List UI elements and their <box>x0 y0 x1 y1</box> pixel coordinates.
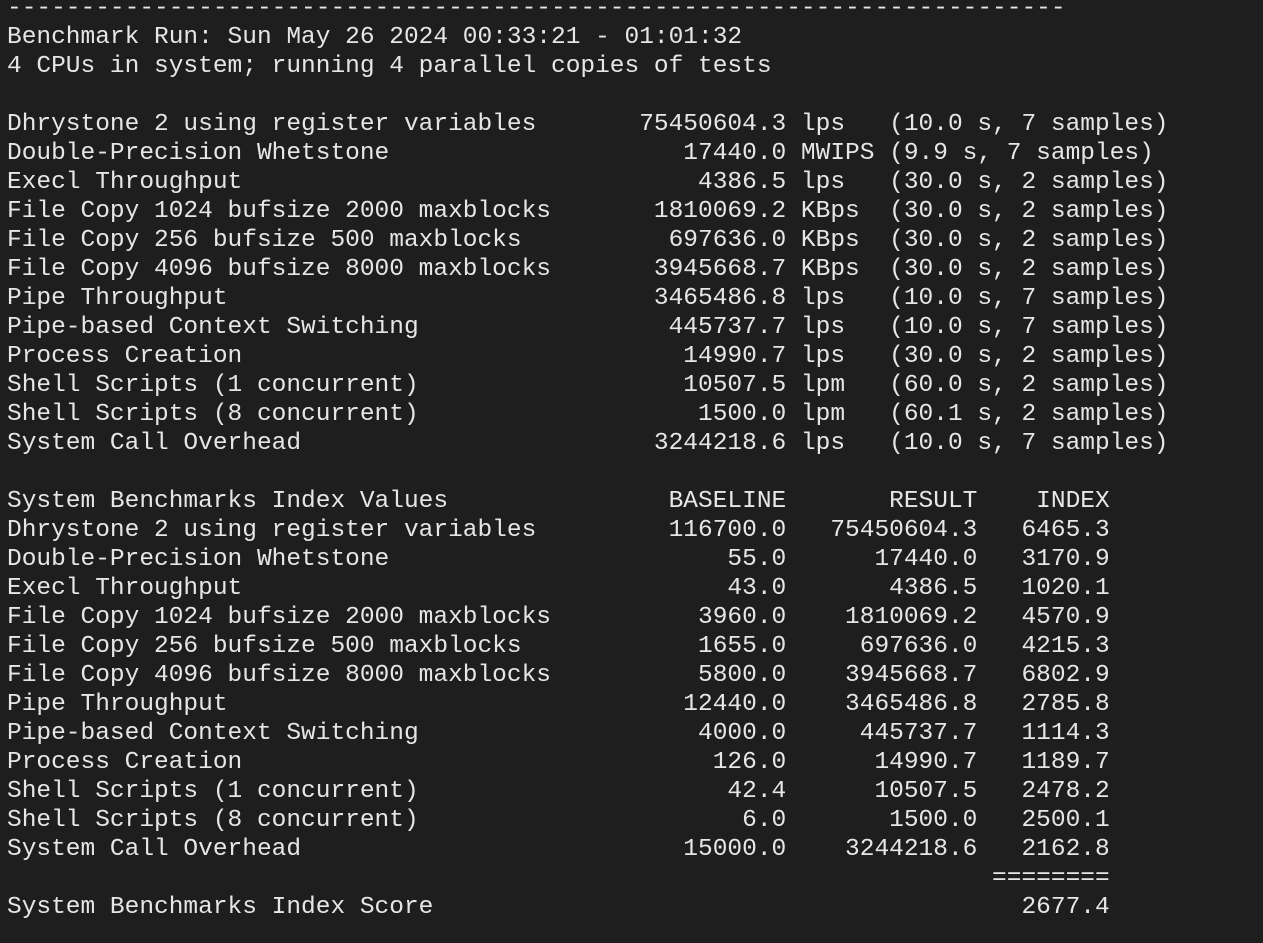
result-row-shell-8: Shell Scripts (8 concurrent) 1500.0 lpm … <box>7 401 1169 428</box>
result-row-process-creation: Process Creation 14990.7 lps (30.0 s, 2 … <box>7 343 1169 370</box>
index-row-filecopy-4096: File Copy 4096 bufsize 8000 maxblocks 58… <box>7 662 1110 689</box>
index-score-line: System Benchmarks Index Score 2677.4 <box>7 894 1110 921</box>
result-row-filecopy-1024: File Copy 1024 bufsize 2000 maxblocks 18… <box>7 198 1169 225</box>
index-row-filecopy-256: File Copy 256 bufsize 500 maxblocks 1655… <box>7 633 1110 660</box>
result-row-syscall: System Call Overhead 3244218.6 lps (10.0… <box>7 430 1169 457</box>
benchmark-run-header: Benchmark Run: Sun May 26 2024 00:33:21 … <box>7 24 743 51</box>
index-row-execl: Execl Throughput 43.0 4386.5 1020.1 <box>7 575 1110 602</box>
index-row-shell-1: Shell Scripts (1 concurrent) 42.4 10507.… <box>7 778 1110 805</box>
index-row-process-creation: Process Creation 126.0 14990.7 1189.7 <box>7 749 1110 776</box>
result-row-dhrystone: Dhrystone 2 using register variables 754… <box>7 111 1169 138</box>
index-row-pipe-throughput: Pipe Throughput 12440.0 3465486.8 2785.8 <box>7 691 1110 718</box>
index-row-filecopy-1024: File Copy 1024 bufsize 2000 maxblocks 39… <box>7 604 1110 631</box>
result-row-whetstone: Double-Precision Whetstone 17440.0 MWIPS… <box>7 140 1154 167</box>
score-separator: ======== <box>7 865 1110 892</box>
result-row-context-switching: Pipe-based Context Switching 445737.7 lp… <box>7 314 1169 341</box>
result-row-filecopy-256: File Copy 256 bufsize 500 maxblocks 6976… <box>7 227 1169 254</box>
cpu-info-line: 4 CPUs in system; running 4 parallel cop… <box>7 53 772 80</box>
index-row-syscall: System Call Overhead 15000.0 3244218.6 2… <box>7 836 1110 863</box>
result-row-execl: Execl Throughput 4386.5 lps (30.0 s, 2 s… <box>7 169 1169 196</box>
index-row-dhrystone: Dhrystone 2 using register variables 116… <box>7 517 1110 544</box>
separator-line: ----------------------------------------… <box>7 0 1066 22</box>
result-row-shell-1: Shell Scripts (1 concurrent) 10507.5 lpm… <box>7 372 1169 399</box>
index-row-shell-8: Shell Scripts (8 concurrent) 6.0 1500.0 … <box>7 807 1110 834</box>
index-row-context-switching: Pipe-based Context Switching 4000.0 4457… <box>7 720 1110 747</box>
index-row-whetstone: Double-Precision Whetstone 55.0 17440.0 … <box>7 546 1110 573</box>
index-table-header: System Benchmarks Index Values BASELINE … <box>7 488 1110 515</box>
result-row-filecopy-4096: File Copy 4096 bufsize 8000 maxblocks 39… <box>7 256 1169 283</box>
terminal-window[interactable]: ----------------------------------------… <box>0 0 1263 943</box>
result-row-pipe-throughput: Pipe Throughput 3465486.8 lps (10.0 s, 7… <box>7 285 1169 312</box>
